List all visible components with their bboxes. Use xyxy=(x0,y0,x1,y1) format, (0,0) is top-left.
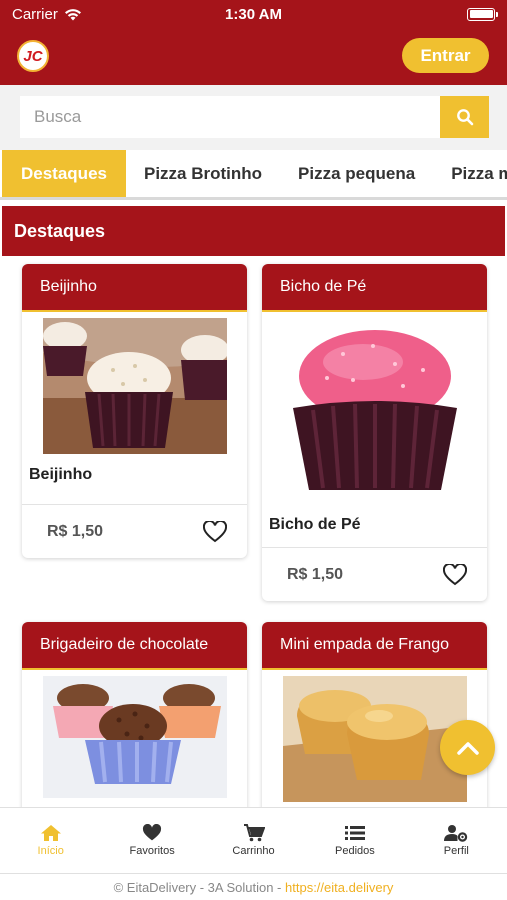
favorite-button[interactable] xyxy=(441,562,469,588)
tab-perfil[interactable]: Perfil xyxy=(406,808,507,873)
carrier-label: Carrier xyxy=(12,5,58,23)
chevron-up-icon xyxy=(456,741,479,755)
section-title: Destaques xyxy=(2,206,505,256)
tab-label: Favoritos xyxy=(129,845,175,857)
product-price: R$ 1,50 xyxy=(287,565,344,583)
search-icon xyxy=(456,109,473,126)
heart-outline-icon xyxy=(203,520,227,542)
product-grid: Beijinho Beijinho R$ 1,50 Bicho de Pé Bi… xyxy=(0,256,507,816)
tab-inicio[interactable]: Início xyxy=(0,808,101,873)
user-gear-icon xyxy=(444,825,468,842)
product-card-header: Bicho de Pé xyxy=(262,264,487,312)
category-tabs: Destaques Pizza Brotinho Pizza pequena P… xyxy=(0,150,507,200)
tab-pizza-media[interactable]: Pizza m xyxy=(433,150,507,197)
product-footer: R$ 1,50 xyxy=(22,504,247,558)
tab-label: Pedidos xyxy=(335,845,375,857)
status-bar: Carrier 1:30 AM xyxy=(0,0,507,28)
search-bar xyxy=(0,85,507,150)
heart-outline-icon xyxy=(443,563,467,585)
product-card-mini-empada[interactable]: Mini empada de Frango xyxy=(262,622,487,816)
product-price: R$ 1,50 xyxy=(47,522,104,540)
battery-icon xyxy=(467,7,498,21)
product-card-header: Beijinho xyxy=(22,264,247,312)
tab-label: Perfil xyxy=(443,845,469,857)
product-card-beijinho[interactable]: Beijinho Beijinho R$ 1,50 xyxy=(22,264,247,558)
app-header: Carrier 1:30 AM JC Entrar xyxy=(0,0,507,85)
tab-favoritos[interactable]: Favoritos xyxy=(101,808,202,873)
product-card-brigadeiro[interactable]: Brigadeiro de chocolate xyxy=(22,622,247,816)
home-icon xyxy=(40,825,61,841)
product-image-bicho-de-pe xyxy=(262,312,487,492)
brand-logo[interactable]: JC xyxy=(17,40,49,72)
product-card-header: Mini empada de Frango xyxy=(262,622,487,670)
cart-icon xyxy=(243,824,265,842)
search-button[interactable] xyxy=(440,96,489,138)
tab-label: Início xyxy=(37,845,64,857)
tab-label: Carrinho xyxy=(232,845,275,857)
list-icon xyxy=(344,826,365,840)
product-card-bicho-de-pe[interactable]: Bicho de Pé Bicho de Pé R$ 1,50 xyxy=(262,264,487,601)
wifi-icon xyxy=(64,8,81,20)
product-footer: R$ 1,50 xyxy=(262,547,487,601)
tab-pizza-brotinho[interactable]: Pizza Brotinho xyxy=(126,150,280,197)
product-name: Bicho de Pé xyxy=(269,516,361,533)
product-image-brigadeiro xyxy=(22,670,247,798)
heart-icon xyxy=(143,824,162,841)
search-input[interactable] xyxy=(20,96,440,138)
scroll-top-button[interactable] xyxy=(440,720,495,775)
login-button[interactable]: Entrar xyxy=(402,38,489,73)
product-name: Beijinho xyxy=(29,466,93,483)
tab-pizza-pequena[interactable]: Pizza pequena xyxy=(280,150,433,197)
product-card-header: Brigadeiro de chocolate xyxy=(22,622,247,670)
product-image-beijinho xyxy=(22,312,247,454)
footer-text: © EitaDelivery - 3A Solution - xyxy=(113,880,286,895)
bottom-tab-bar: Início Favoritos Carrinho Pedidos Perfil xyxy=(0,807,507,873)
tab-pedidos[interactable]: Pedidos xyxy=(304,808,405,873)
footer-link[interactable]: https://eita.delivery xyxy=(285,880,393,895)
tab-carrinho[interactable]: Carrinho xyxy=(203,808,304,873)
footer-credits: © EitaDelivery - 3A Solution - https://e… xyxy=(0,873,507,900)
favorite-button[interactable] xyxy=(201,519,229,545)
tab-destaques[interactable]: Destaques xyxy=(2,150,126,197)
